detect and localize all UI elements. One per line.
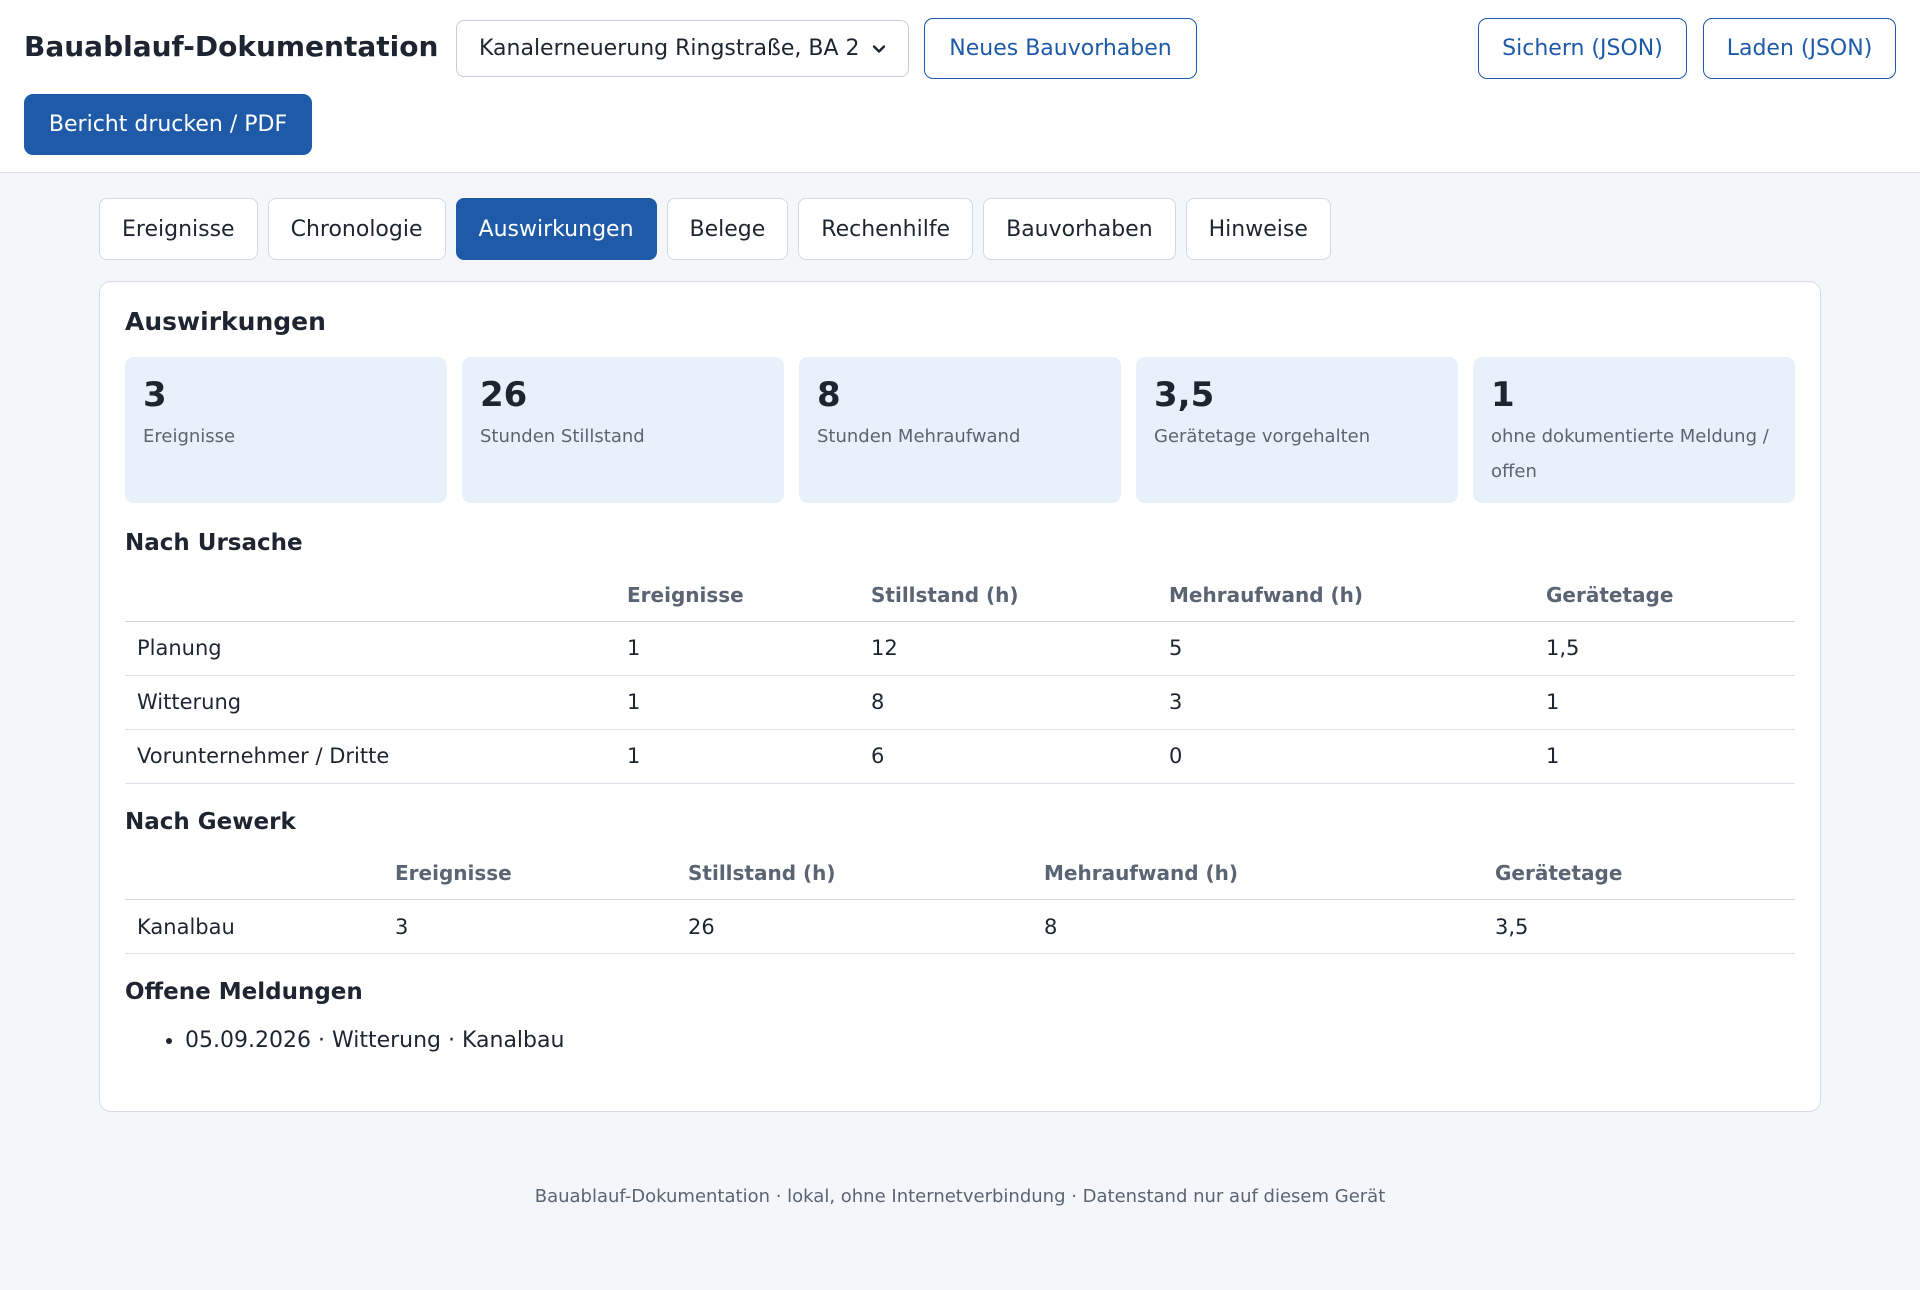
print-report-button[interactable]: Bericht drucken / PDF: [24, 94, 312, 155]
table-cell: Kanalbau: [125, 899, 383, 954]
table-cell: 3: [383, 899, 676, 954]
stat-card: 8 Stunden Mehraufwand: [799, 357, 1121, 503]
section-title-cause: Nach Ursache: [125, 530, 303, 556]
stat-card: 3,5 Gerätetage vorgehalten: [1136, 357, 1458, 503]
column-header: Stillstand (h): [676, 847, 1032, 900]
table-cell: 12: [859, 621, 1157, 676]
tab-rechenhilfe[interactable]: Rechenhilfe: [798, 198, 974, 260]
column-header: Gerätetage: [1483, 847, 1795, 900]
table-row: Witterung 1 8 3 1: [125, 675, 1795, 730]
project-select[interactable]: Kanalerneuerung Ringstraße, BA 2: [456, 20, 909, 77]
stat-label: Gerätetage vorgehalten: [1154, 426, 1371, 447]
header-bar: Bauablauf-Dokumentation Kanalerneuerung …: [0, 0, 1920, 173]
table-header-row: Ereignisse Stillstand (h) Mehraufwand (h…: [125, 847, 1795, 900]
column-header: [125, 847, 383, 900]
stat-card: 3 Ereignisse: [125, 357, 447, 503]
panel-title: Auswirkungen: [125, 307, 326, 336]
table-cell: 3,5: [1483, 899, 1795, 954]
column-header: Mehraufwand (h): [1032, 847, 1483, 900]
column-header: [125, 569, 615, 622]
table-cell: Vorunternehmer / Dritte: [125, 729, 615, 784]
table-cell: 1: [615, 729, 859, 784]
table-cell: 5: [1157, 621, 1534, 676]
chevron-down-icon: [872, 44, 886, 53]
stat-label: ohne dokumentierte Meldung / offen: [1491, 426, 1769, 482]
impact-panel: Auswirkungen 3 Ereignisse 26 Stunden Sti…: [99, 281, 1821, 1112]
stat-value: 3,5: [1154, 375, 1215, 415]
table-header-row: Ereignisse Stillstand (h) Mehraufwand (h…: [125, 569, 1795, 622]
new-project-button[interactable]: Neues Bauvorhaben: [924, 18, 1197, 79]
tab-bauvorhaben[interactable]: Bauvorhaben: [983, 198, 1176, 260]
tab-bar: Ereignisse Chronologie Auswirkungen Bele…: [99, 198, 1331, 260]
table-cell: 8: [859, 675, 1157, 730]
stat-value: 3: [143, 375, 167, 415]
table-cell: Planung: [125, 621, 615, 676]
project-select-value: Kanalerneuerung Ringstraße, BA 2: [479, 36, 860, 61]
save-json-button[interactable]: Sichern (JSON): [1478, 18, 1687, 79]
tab-chronologie[interactable]: Chronologie: [267, 198, 446, 260]
stat-value: 8: [817, 375, 841, 415]
stat-value: 1: [1491, 375, 1515, 415]
stats-row: 3 Ereignisse 26 Stunden Stillstand 8 Stu…: [125, 357, 1795, 503]
section-title-open-reports: Offene Meldungen: [125, 979, 363, 1005]
stat-value: 26: [480, 375, 528, 415]
tab-hinweise[interactable]: Hinweise: [1185, 198, 1331, 260]
table-cell: 6: [859, 729, 1157, 784]
stat-label: Stunden Mehraufwand: [817, 426, 1021, 447]
app-title: Bauablauf-Dokumentation: [24, 30, 439, 63]
table-row: Planung 1 12 5 1,5: [125, 621, 1795, 676]
table-cell: 26: [676, 899, 1032, 954]
trade-table: Ereignisse Stillstand (h) Mehraufwand (h…: [125, 847, 1795, 954]
table-cell: 0: [1157, 729, 1534, 784]
table-cell: 8: [1032, 899, 1483, 954]
load-json-button[interactable]: Laden (JSON): [1703, 18, 1896, 79]
column-header: Gerätetage: [1534, 569, 1795, 622]
stat-card: 26 Stunden Stillstand: [462, 357, 784, 503]
list-item: 05.09.2026 · Witterung · Kanalbau: [185, 1026, 1795, 1056]
cause-table: Ereignisse Stillstand (h) Mehraufwand (h…: [125, 569, 1795, 784]
table-cell: 1: [615, 675, 859, 730]
table-cell: 1,5: [1534, 621, 1795, 676]
tab-belege[interactable]: Belege: [666, 198, 789, 260]
table-cell: Witterung: [125, 675, 615, 730]
tab-ereignisse[interactable]: Ereignisse: [99, 198, 258, 260]
column-header: Ereignisse: [615, 569, 859, 622]
column-header: Ereignisse: [383, 847, 676, 900]
footer-text: Bauablauf-Dokumentation · lokal, ohne In…: [534, 1186, 1386, 1207]
column-header: Stillstand (h): [859, 569, 1157, 622]
table-row: Vorunternehmer / Dritte 1 6 0 1: [125, 729, 1795, 784]
section-title-trade: Nach Gewerk: [125, 808, 296, 835]
column-header: Mehraufwand (h): [1157, 569, 1534, 622]
open-reports-list: 05.09.2026 · Witterung · Kanalbau: [125, 1026, 1795, 1056]
table-cell: 1: [1534, 729, 1795, 784]
stat-label: Stunden Stillstand: [480, 426, 645, 447]
tab-auswirkungen[interactable]: Auswirkungen: [455, 198, 657, 260]
table-cell: 1: [1534, 675, 1795, 730]
stat-card: 1 ohne dokumentierte Meldung / offen: [1473, 357, 1795, 503]
table-cell: 3: [1157, 675, 1534, 730]
table-cell: 1: [615, 621, 859, 676]
table-row: Kanalbau 3 26 8 3,5: [125, 899, 1795, 954]
stat-label: Ereignisse: [143, 426, 236, 447]
